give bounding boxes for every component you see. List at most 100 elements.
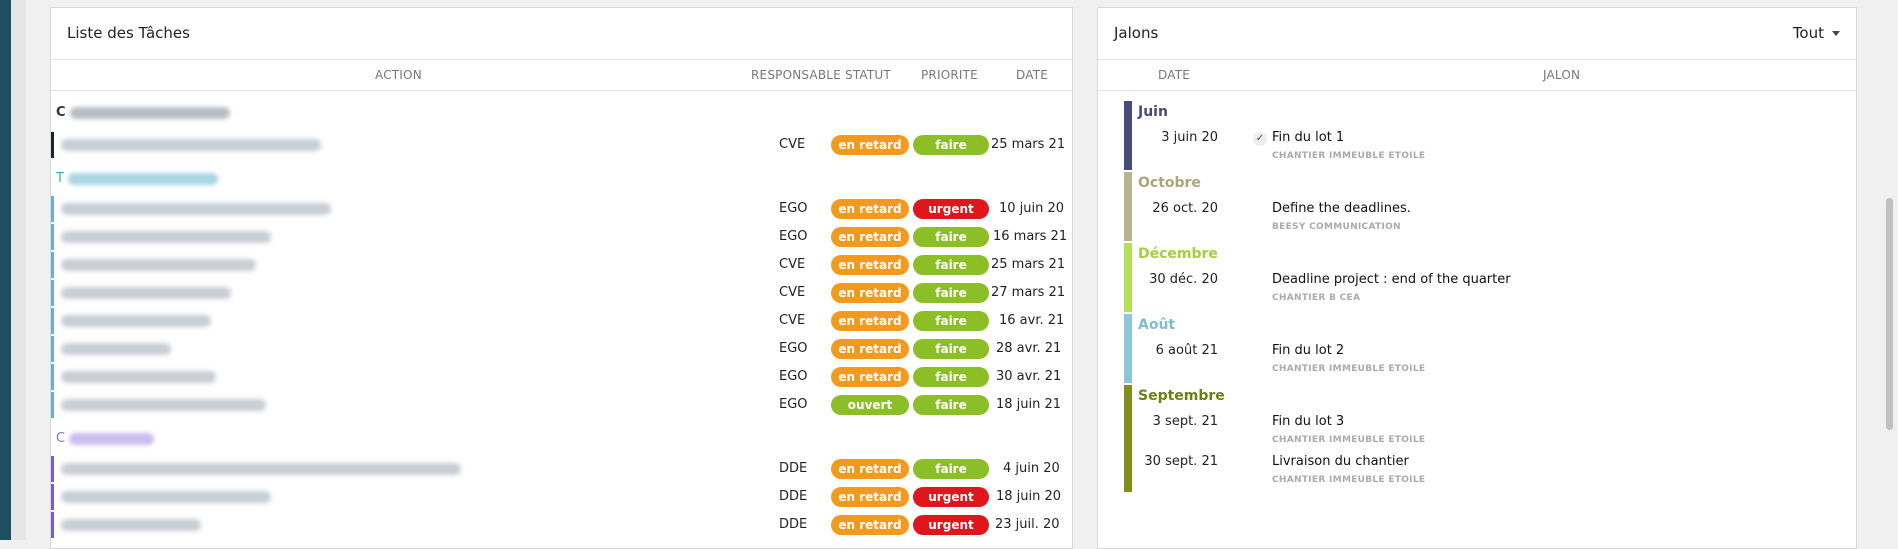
column-header-statut[interactable]: STATUT bbox=[845, 68, 891, 82]
table-row[interactable]: EGO en retard faire 30 avr. 21 bbox=[51, 364, 1072, 390]
milestone-title[interactable]: Define the deadlines. bbox=[1272, 201, 1411, 216]
milestone-date: 3 juin 20 bbox=[1161, 130, 1218, 145]
status-badge[interactable]: en retard bbox=[831, 199, 909, 219]
column-header-jalon[interactable]: JALON bbox=[1543, 68, 1580, 82]
redacted-text bbox=[69, 432, 155, 445]
status-badge[interactable]: en retard bbox=[831, 515, 909, 535]
task-date: 16 avr. 21 bbox=[999, 313, 1065, 328]
task-group-header[interactable]: T bbox=[56, 171, 219, 186]
priority-badge[interactable]: faire bbox=[913, 135, 989, 155]
priority-badge[interactable]: faire bbox=[913, 255, 989, 275]
task-responsable: CVE bbox=[779, 137, 806, 152]
priority-badge[interactable]: urgent bbox=[913, 199, 989, 219]
task-responsable: CVE bbox=[779, 313, 806, 328]
divider bbox=[1098, 90, 1856, 91]
task-name-redacted[interactable] bbox=[61, 259, 256, 271]
milestone-title[interactable]: Deadline project : end of the quarter bbox=[1272, 272, 1511, 287]
table-row[interactable]: EGO en retard urgent 10 juin 20 bbox=[51, 196, 1072, 222]
table-row[interactable]: CVE en retard faire 25 mars 21 bbox=[51, 252, 1072, 278]
task-date: 28 avr. 21 bbox=[996, 341, 1062, 356]
priority-badge[interactable]: faire bbox=[913, 311, 989, 331]
task-name-redacted[interactable] bbox=[61, 399, 266, 411]
row-color-bar bbox=[51, 308, 54, 334]
milestones-title: Jalons bbox=[1114, 24, 1159, 42]
priority-badge[interactable]: faire bbox=[913, 459, 989, 479]
priority-badge[interactable]: faire bbox=[913, 283, 989, 303]
table-row[interactable]: EGO en retard faire 28 avr. 21 bbox=[51, 336, 1072, 362]
column-header-action[interactable]: ACTION bbox=[375, 68, 422, 82]
task-name-redacted[interactable] bbox=[61, 231, 271, 243]
outer-gutter bbox=[11, 0, 26, 540]
status-badge[interactable]: en retard bbox=[831, 311, 909, 331]
table-row[interactable]: CVE en retard faire 27 mars 21 bbox=[51, 280, 1072, 306]
milestone-project: CHANTIER IMMEUBLE ETOILE bbox=[1272, 475, 1426, 485]
status-badge[interactable]: en retard bbox=[831, 283, 909, 303]
month-color-bar bbox=[1124, 385, 1132, 492]
task-date: 25 mars 21 bbox=[991, 137, 1066, 152]
column-header-date[interactable]: DATE bbox=[1016, 68, 1048, 82]
task-date: 18 juin 20 bbox=[996, 489, 1062, 504]
priority-badge[interactable]: faire bbox=[913, 395, 989, 415]
status-badge[interactable]: en retard bbox=[831, 367, 909, 387]
table-row[interactable]: EGO ouvert faire 18 juin 21 bbox=[51, 392, 1072, 418]
task-responsable: EGO bbox=[779, 229, 808, 244]
milestone-filter-value: Tout bbox=[1792, 24, 1824, 42]
task-group-header[interactable]: C bbox=[56, 431, 155, 446]
row-color-bar bbox=[51, 456, 54, 482]
table-row[interactable]: EGO en retard faire 16 mars 21 bbox=[51, 224, 1072, 250]
table-row[interactable]: CVE en retard faire 25 mars 21 bbox=[51, 132, 1072, 158]
priority-badge[interactable]: urgent bbox=[913, 487, 989, 507]
priority-badge[interactable]: urgent bbox=[913, 515, 989, 535]
check-icon[interactable]: ✓ bbox=[1253, 132, 1267, 146]
milestone-title[interactable]: Fin du lot 1 bbox=[1272, 130, 1344, 145]
divider bbox=[51, 59, 1072, 60]
task-list-title: Liste des Tâches bbox=[67, 24, 190, 42]
milestone-date: 26 oct. 20 bbox=[1152, 201, 1218, 216]
task-group-header[interactable]: C bbox=[56, 105, 231, 120]
task-name-redacted[interactable] bbox=[61, 139, 321, 151]
table-row[interactable]: DDE en retard urgent 23 juil. 20 bbox=[51, 512, 1072, 538]
table-row[interactable]: CVE en retard faire 16 avr. 21 bbox=[51, 308, 1072, 334]
redacted-text bbox=[70, 106, 231, 119]
task-responsable: EGO bbox=[779, 369, 808, 384]
row-color-bar bbox=[51, 336, 54, 362]
task-name-redacted[interactable] bbox=[61, 203, 331, 215]
milestone-title[interactable]: Fin du lot 2 bbox=[1272, 343, 1344, 358]
priority-badge[interactable]: faire bbox=[913, 367, 989, 387]
status-badge[interactable]: en retard bbox=[831, 135, 909, 155]
task-name-redacted[interactable] bbox=[61, 343, 171, 355]
milestone-title[interactable]: Livraison du chantier bbox=[1272, 454, 1409, 469]
task-responsable: DDE bbox=[779, 517, 808, 532]
task-name-redacted[interactable] bbox=[61, 315, 211, 327]
milestone-title[interactable]: Fin du lot 3 bbox=[1272, 414, 1344, 429]
status-badge[interactable]: en retard bbox=[831, 227, 909, 247]
row-color-bar bbox=[51, 484, 54, 510]
task-name-redacted[interactable] bbox=[61, 519, 201, 531]
row-color-bar bbox=[51, 280, 54, 306]
milestone-project: CHANTIER B CEA bbox=[1272, 293, 1361, 303]
status-badge[interactable]: en retard bbox=[831, 459, 909, 479]
task-name-redacted[interactable] bbox=[61, 463, 461, 475]
column-header-responsable[interactable]: RESPONSABLE bbox=[751, 68, 841, 82]
milestone-filter-dropdown[interactable]: Tout bbox=[1793, 24, 1840, 42]
row-color-bar bbox=[51, 132, 54, 158]
table-row[interactable]: DDE en retard faire 4 juin 20 bbox=[51, 456, 1072, 482]
task-name-redacted[interactable] bbox=[61, 371, 216, 383]
milestone-project: CHANTIER IMMEUBLE ETOILE bbox=[1272, 364, 1426, 374]
status-badge[interactable]: en retard bbox=[831, 339, 909, 359]
column-header-priorite[interactable]: PRIORITE bbox=[921, 68, 978, 82]
task-name-redacted[interactable] bbox=[61, 287, 231, 299]
task-date: 30 avr. 21 bbox=[996, 369, 1062, 384]
task-responsable: EGO bbox=[779, 397, 808, 412]
status-badge[interactable]: en retard bbox=[831, 255, 909, 275]
priority-badge[interactable]: faire bbox=[913, 339, 989, 359]
task-responsable: DDE bbox=[779, 489, 808, 504]
task-date: 27 mars 21 bbox=[991, 285, 1066, 300]
scrollbar-thumb[interactable] bbox=[1886, 198, 1893, 430]
priority-badge[interactable]: faire bbox=[913, 227, 989, 247]
table-row[interactable]: DDE en retard urgent 18 juin 20 bbox=[51, 484, 1072, 510]
task-name-redacted[interactable] bbox=[61, 491, 271, 503]
column-header-date[interactable]: DATE bbox=[1158, 68, 1190, 82]
status-badge[interactable]: en retard bbox=[831, 487, 909, 507]
status-badge[interactable]: ouvert bbox=[831, 395, 909, 415]
